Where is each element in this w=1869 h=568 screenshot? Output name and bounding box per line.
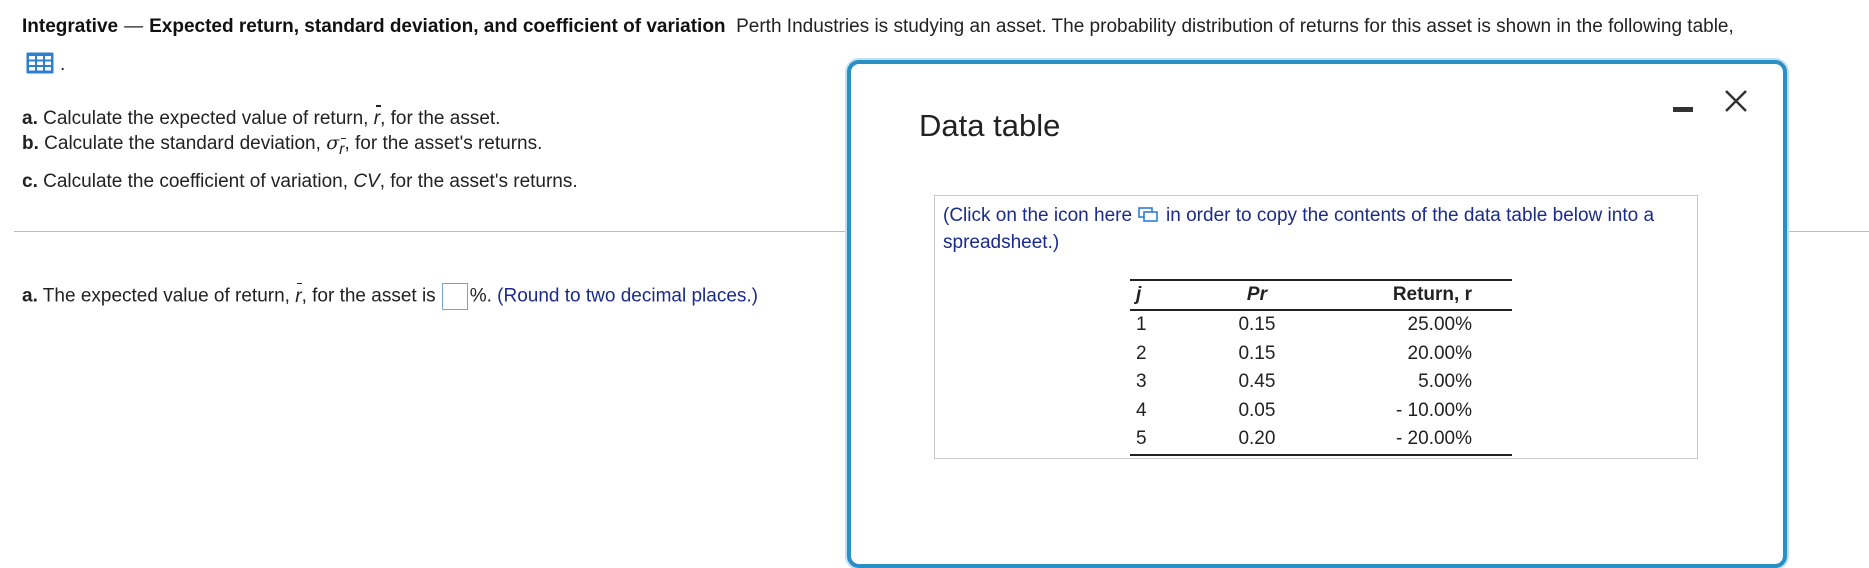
- table-row: 2 0.15 20.00%: [1130, 340, 1512, 369]
- rounding-hint: (Round to two decimal places.): [497, 285, 758, 307]
- table-row: 3 0.45 5.00%: [1130, 368, 1512, 397]
- expected-return-input[interactable]: [441, 283, 468, 310]
- question-c-pre: Calculate the coefficient of variation,: [43, 170, 349, 192]
- cell-pr: 0.20: [1195, 425, 1319, 456]
- cell-pr: 0.05: [1238, 399, 1276, 421]
- header-trailing-dot: .: [60, 54, 66, 75]
- table-icon[interactable]: [26, 52, 54, 74]
- answer-a-unit: %.: [469, 285, 492, 307]
- divider-right: [1776, 231, 1869, 232]
- cell-return: 25.00%: [1407, 314, 1472, 336]
- problem-text: Perth Industries is studying an asset. T…: [736, 16, 1734, 37]
- col-header-j: j: [1130, 280, 1196, 311]
- question-c-post: , for the asset's returns.: [379, 170, 578, 192]
- answer-a-mid: , for the asset is: [301, 285, 436, 307]
- question-list: a. Calculate the expected value of retur…: [22, 106, 578, 194]
- close-icon[interactable]: [1721, 86, 1751, 116]
- question-a-var: r: [373, 108, 381, 129]
- question-b-var: σ: [326, 132, 340, 154]
- data-table-panel: (Click on the icon here in order to copy…: [934, 195, 1698, 459]
- answer-a: a. The expected value of return, r, for …: [22, 283, 758, 310]
- question-b-pre: Calculate the standard deviation,: [44, 133, 321, 154]
- problem-title: Expected return, standard deviation, and…: [149, 16, 726, 37]
- cell-pr: 0.15: [1238, 342, 1276, 364]
- table-row: 4 0.05 - 10.00%: [1130, 397, 1512, 426]
- minimize-icon[interactable]: [1673, 104, 1693, 114]
- cell-pr: 0.45: [1238, 371, 1276, 393]
- question-c-label: c.: [22, 170, 38, 192]
- cell-pr: 0.15: [1238, 314, 1276, 336]
- question-b-post: , for the asset's returns.: [344, 133, 543, 154]
- cell-j: 4: [1136, 399, 1147, 421]
- question-b: b. Calculate the standard deviation, σr,…: [22, 131, 578, 162]
- question-c: c. Calculate the coefficient of variatio…: [22, 169, 578, 194]
- divider: [14, 231, 849, 232]
- return-distribution-table: j Pr Return, r 1 0.15 25.00% 2 0.15 20.0…: [1130, 279, 1512, 456]
- question-a-pre: Calculate the expected value of return,: [43, 108, 369, 129]
- cell-j: 3: [1136, 371, 1147, 393]
- copy-instructions: (Click on the icon here in order to copy…: [943, 202, 1683, 256]
- cell-j: 5: [1130, 425, 1196, 456]
- table-row: 5 0.20 - 20.00%: [1130, 425, 1512, 456]
- col-header-return: Return, r: [1318, 280, 1512, 311]
- cell-return: - 10.00%: [1395, 399, 1472, 421]
- problem-header: Integrative — Expected return, standard de…: [22, 16, 1734, 38]
- cell-return: 5.00%: [1418, 371, 1472, 393]
- dialog-title: Data table: [919, 108, 1061, 143]
- answer-a-pre: The expected value of return,: [42, 285, 290, 307]
- answer-a-label: a.: [22, 285, 38, 307]
- problem-label: Integrative: [22, 16, 119, 37]
- table-header-row: j Pr Return, r: [1130, 280, 1512, 311]
- question-a-label: a.: [22, 108, 38, 129]
- cell-j: 1: [1136, 314, 1147, 336]
- question-c-var: CV: [353, 170, 380, 192]
- table-row: 1 0.15 25.00%: [1130, 310, 1512, 340]
- header-dash: —: [124, 16, 144, 37]
- col-header-pr: Pr: [1195, 280, 1319, 311]
- question-a-post: , for the asset.: [380, 108, 501, 129]
- question-a: a. Calculate the expected value of retur…: [22, 106, 578, 131]
- question-b-label: b.: [22, 133, 39, 154]
- question-b-sub: r: [339, 140, 345, 158]
- copy-icon[interactable]: [1138, 207, 1158, 223]
- answer-a-var: r: [295, 285, 302, 307]
- cell-return: - 20.00%: [1318, 425, 1512, 456]
- cell-return: 20.00%: [1407, 342, 1472, 364]
- data-table-dialog: Data table (Click on the icon here in or…: [847, 60, 1787, 568]
- cell-j: 2: [1136, 342, 1147, 364]
- copy-note-pre: (Click on the icon here: [943, 205, 1133, 226]
